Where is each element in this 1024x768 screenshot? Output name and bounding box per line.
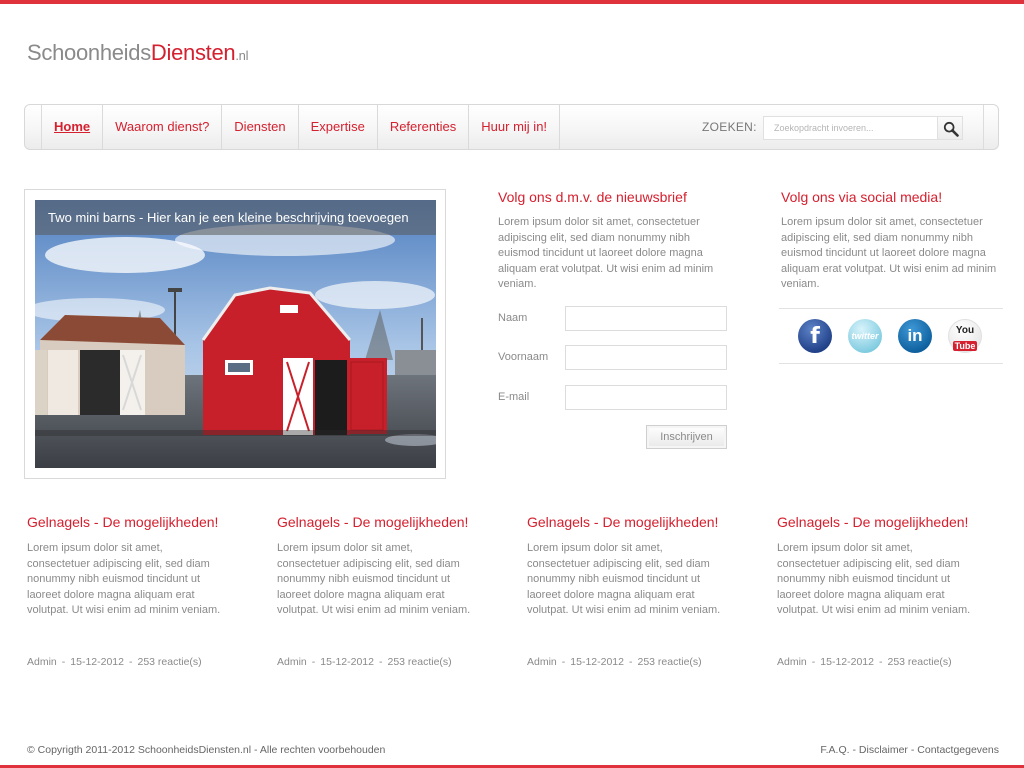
- footer-links: F.A.Q. - Disclaimer - Contactgegevens: [820, 744, 999, 756]
- article-card: Gelnagels - De mogelijkheden! Lorem ipsu…: [277, 514, 477, 668]
- logo-text-part1: Schoonheids: [27, 40, 151, 65]
- footer-link-contact[interactable]: Contactgegevens: [917, 744, 999, 756]
- article-author: Admin: [527, 656, 557, 668]
- nav-item-label: Home: [54, 119, 91, 134]
- twitter-icon[interactable]: twitter: [848, 319, 882, 353]
- nav-item-referenties[interactable]: Referenties: [378, 105, 470, 149]
- newsletter-title: Volg ons d.m.v. de nieuwsbrief: [498, 189, 687, 205]
- article-title[interactable]: Gelnagels - De mogelijkheden!: [277, 514, 477, 530]
- image-slider[interactable]: Two mini barns - Hier kan je een kleine …: [24, 189, 446, 479]
- voornaam-label: Voornaam: [498, 351, 549, 363]
- article-date: 15-12-2012: [570, 656, 624, 668]
- article-comments[interactable]: 253 reactie(s): [387, 656, 451, 668]
- slide-image: Two mini barns - Hier kan je een kleine …: [35, 200, 436, 468]
- article-card: Gelnagels - De mogelijkheden! Lorem ipsu…: [527, 514, 727, 668]
- nav-item-label: Diensten: [234, 119, 286, 134]
- article-text: Lorem ipsum dolor sit amet, consectetuer…: [527, 542, 721, 616]
- article-author: Admin: [27, 656, 57, 668]
- article-text: Lorem ipsum dolor sit amet, consectetuer…: [277, 542, 471, 616]
- site-logo[interactable]: SchoonheidsDiensten.nl: [27, 40, 248, 66]
- article-title[interactable]: Gelnagels - De mogelijkheden!: [777, 514, 977, 530]
- nav-item-home[interactable]: Home: [42, 105, 104, 149]
- article-meta: Admin -15-12-2012-253 reactie(s): [527, 656, 702, 668]
- nav-item-label: Referenties: [389, 119, 457, 134]
- article-date: 15-12-2012: [820, 656, 874, 668]
- form-row-voornaam: Voornaam: [498, 345, 728, 370]
- search-input[interactable]: [763, 116, 938, 140]
- meta-separator: -: [378, 656, 383, 668]
- meta-separator: -: [811, 656, 816, 668]
- voornaam-field[interactable]: [565, 345, 727, 370]
- logo-tld: .nl: [235, 48, 249, 63]
- nav-item-label: Expertise: [310, 119, 365, 134]
- article-card: Gelnagels - De mogelijkheden! Lorem ipsu…: [777, 514, 977, 668]
- main-navigation: Home Waarom dienst? Diensten Expertise R…: [24, 104, 999, 150]
- search-button[interactable]: [937, 116, 963, 140]
- barns-photo: [35, 200, 436, 468]
- footer-copyright: © Copyrigth 2011-2012 SchoonheidsDienste…: [27, 744, 386, 756]
- nav-item-waarom-dienst[interactable]: Waarom dienst?: [103, 105, 223, 149]
- article-title[interactable]: Gelnagels - De mogelijkheden!: [527, 514, 727, 530]
- slide-caption: Two mini barns - Hier kan je een kleine …: [35, 200, 436, 235]
- naam-label: Naam: [498, 312, 528, 324]
- email-label: E-mail: [498, 391, 530, 403]
- meta-separator: -: [628, 656, 633, 668]
- footer-link-separator: -: [849, 744, 859, 756]
- article-comments[interactable]: 253 reactie(s): [637, 656, 701, 668]
- social-text: Lorem ipsum dolor sit amet, consectetuer…: [781, 216, 997, 290]
- article-comments[interactable]: 253 reactie(s): [137, 656, 201, 668]
- newsletter-section: Volg ons d.m.v. de nieuwsbrief Lorem ips…: [498, 189, 728, 449]
- nav-item-huur-mij-in[interactable]: Huur mij in!: [469, 105, 561, 149]
- youtube-tube-text: Tube: [952, 341, 978, 351]
- nav-item-label: Huur mij in!: [481, 119, 548, 134]
- social-icons-bar: f twitter in You Tube: [779, 308, 1003, 364]
- article-text: Lorem ipsum dolor sit amet, consectetuer…: [777, 542, 971, 616]
- article-text: Lorem ipsum dolor sit amet, consectetuer…: [27, 542, 221, 616]
- youtube-you-text: You: [955, 325, 975, 336]
- footer-link-separator: -: [907, 744, 918, 756]
- subscribe-button[interactable]: Inschrijven: [646, 425, 727, 449]
- social-title: Volg ons via social media!: [781, 189, 943, 205]
- footer-link-faq[interactable]: F.A.Q.: [820, 744, 849, 756]
- article-card: Gelnagels - De mogelijkheden! Lorem ipsu…: [27, 514, 227, 668]
- article-meta: Admin -15-12-2012-253 reactie(s): [277, 656, 452, 668]
- magnifier-icon: [943, 121, 959, 137]
- newsletter-text: Lorem ipsum dolor sit amet, consectetuer…: [498, 216, 714, 290]
- top-accent-bar: [0, 0, 1024, 4]
- nav-menu: Home Waarom dienst? Diensten Expertise R…: [42, 105, 561, 149]
- form-row-email: E-mail: [498, 385, 728, 410]
- article-comments[interactable]: 253 reactie(s): [887, 656, 951, 668]
- nav-item-diensten[interactable]: Diensten: [222, 105, 299, 149]
- search-label: ZOEKEN:: [702, 120, 757, 134]
- article-date: 15-12-2012: [70, 656, 124, 668]
- nav-divider-right: [983, 105, 984, 149]
- article-author: Admin: [277, 656, 307, 668]
- meta-separator: -: [128, 656, 133, 668]
- meta-separator: -: [878, 656, 883, 668]
- youtube-icon[interactable]: You Tube: [948, 319, 982, 353]
- form-row-naam: Naam: [498, 306, 728, 331]
- article-date: 15-12-2012: [320, 656, 374, 668]
- nav-item-expertise[interactable]: Expertise: [299, 105, 378, 149]
- email-field[interactable]: [565, 385, 727, 410]
- meta-separator: -: [61, 656, 66, 668]
- facebook-icon[interactable]: f: [798, 319, 832, 353]
- logo-text-part2: Diensten: [150, 40, 236, 65]
- nav-item-label: Waarom dienst?: [115, 119, 210, 134]
- article-title[interactable]: Gelnagels - De mogelijkheden!: [27, 514, 227, 530]
- article-meta: Admin -15-12-2012-253 reactie(s): [777, 656, 952, 668]
- article-author: Admin: [777, 656, 807, 668]
- footer-link-disclaimer[interactable]: Disclaimer: [859, 744, 908, 756]
- article-meta: Admin -15-12-2012-253 reactie(s): [27, 656, 202, 668]
- naam-field[interactable]: [565, 306, 727, 331]
- social-section: Volg ons via social media! Lorem ipsum d…: [781, 189, 1006, 293]
- linkedin-icon[interactable]: in: [898, 319, 932, 353]
- meta-separator: -: [561, 656, 566, 668]
- meta-separator: -: [311, 656, 316, 668]
